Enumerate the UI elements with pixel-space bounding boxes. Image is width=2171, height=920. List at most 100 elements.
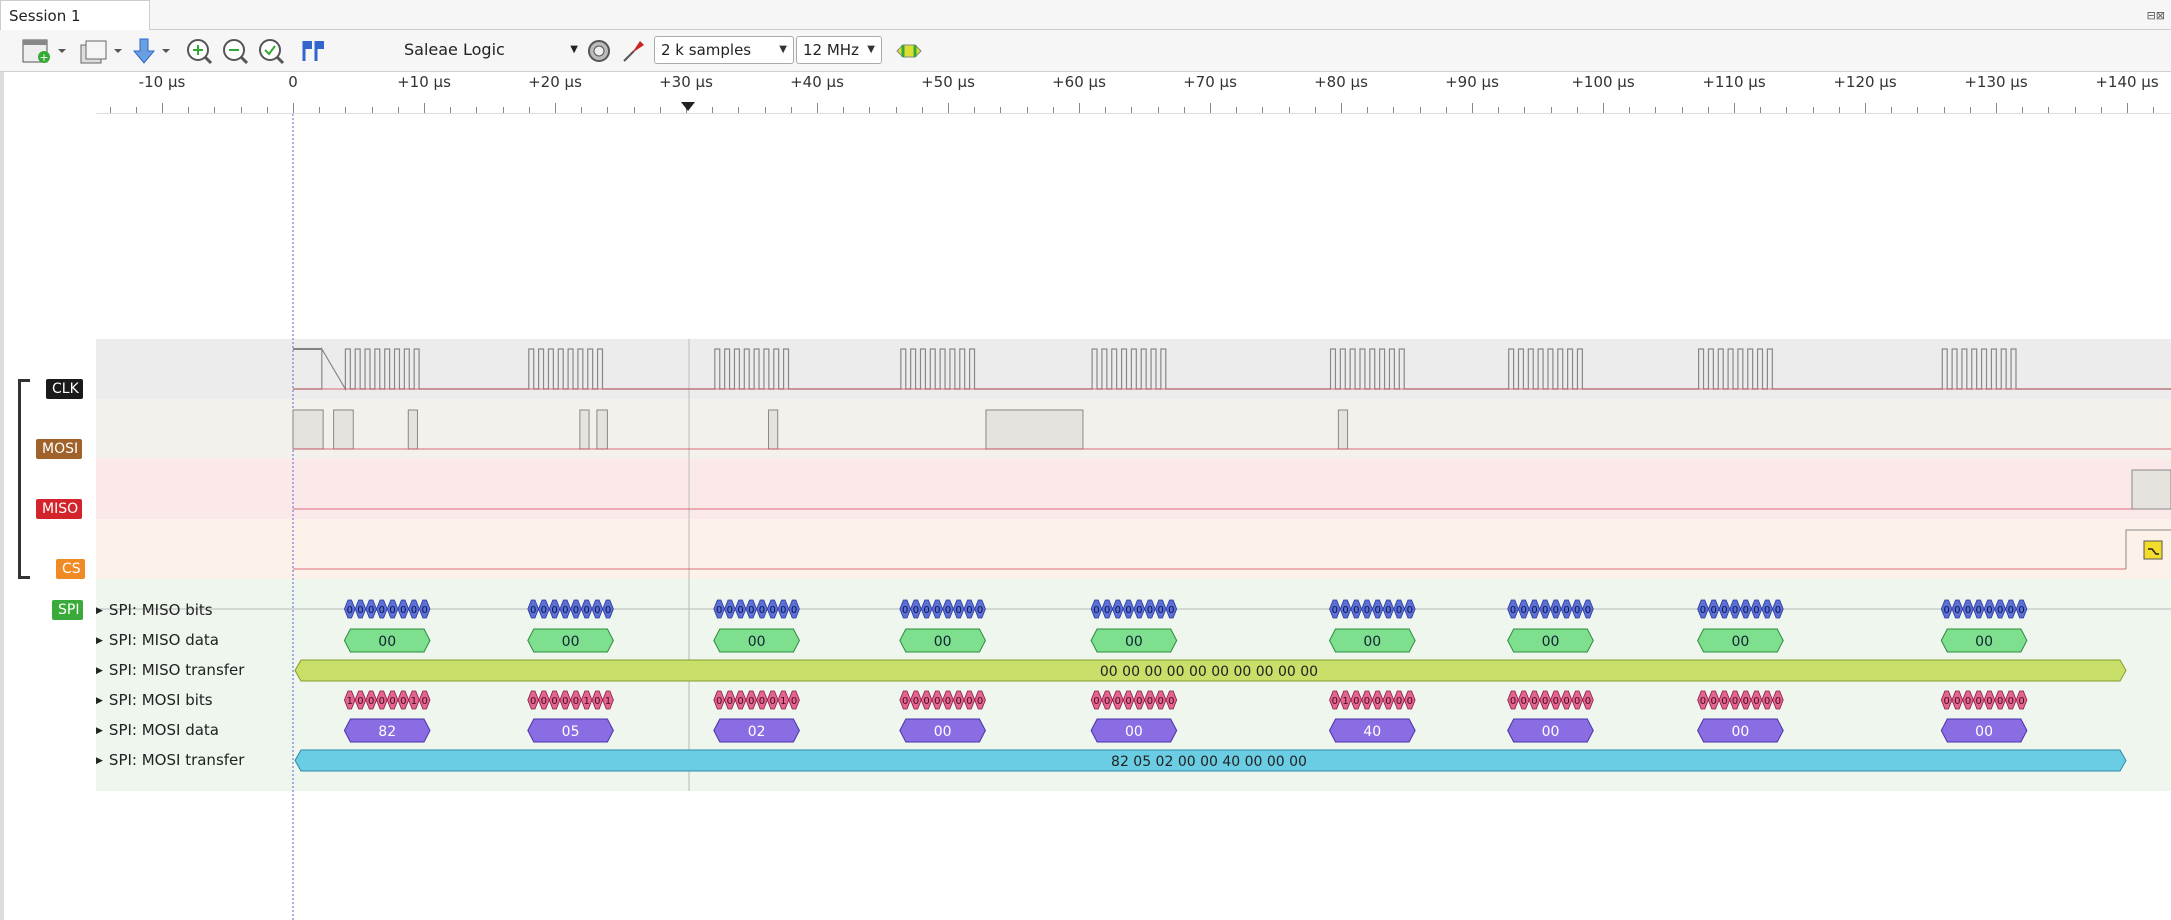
mosi-bit-value: 0 <box>573 696 579 707</box>
row-mosi-data[interactable]: ▶ SPI: MOSI data <box>96 716 219 744</box>
miso-bit-value: 0 <box>1553 605 1559 616</box>
mosi-bit-value: 0 <box>379 696 385 707</box>
miso-bit-value: 0 <box>1407 605 1413 616</box>
miso-bit-value: 0 <box>716 605 722 616</box>
mosi-bit-value: 0 <box>1753 696 1759 707</box>
miso-bit-value: 0 <box>1574 605 1580 616</box>
miso-bit-value: 0 <box>977 605 983 616</box>
mosi-data-value: 00 <box>1542 724 1560 740</box>
channel-tag-clk[interactable]: CLK <box>46 379 93 399</box>
mosi-bit-value: 0 <box>1104 696 1110 707</box>
miso-bit-value: 0 <box>1364 605 1370 616</box>
mosi-bit-value: 0 <box>551 696 557 707</box>
miso-bit-value: 0 <box>1136 605 1142 616</box>
miso-bit-value: 0 <box>1542 605 1548 616</box>
mosi-bit-value: 0 <box>1125 696 1131 707</box>
miso-bit-value: 0 <box>379 605 385 616</box>
miso-bit-value: 0 <box>956 605 962 616</box>
mosi-bit-value: 0 <box>1965 696 1971 707</box>
miso-bit-value: 0 <box>583 605 589 616</box>
expand-triangle-icon[interactable]: ▶ <box>96 726 103 736</box>
expand-triangle-icon[interactable]: ▶ <box>96 636 103 646</box>
mosi-bit-value: 0 <box>902 696 908 707</box>
mosi-data-value: 00 <box>1125 724 1143 740</box>
expand-triangle-icon[interactable]: ▶ <box>96 696 103 706</box>
mosi-bit-value: 0 <box>1093 696 1099 707</box>
miso-bit-value: 0 <box>1743 605 1749 616</box>
analyzer-label-spi: SPI <box>58 602 80 618</box>
mosi-bit-value: 0 <box>1986 696 1992 707</box>
mosi-bit-value: 0 <box>934 696 940 707</box>
mosi-high-pulse <box>985 409 1084 450</box>
miso-bit-value: 0 <box>1157 605 1163 616</box>
miso-bit-value: 0 <box>1753 605 1759 616</box>
mosi-bit-value: 0 <box>562 696 568 707</box>
miso-bit-value: 0 <box>1585 605 1591 616</box>
mosi-bit-value: 0 <box>1721 696 1727 707</box>
row-miso-bits[interactable]: ▶ SPI: MISO bits <box>96 596 213 624</box>
miso-bit-value: 0 <box>1385 605 1391 616</box>
mosi-bit-value: 0 <box>1353 696 1359 707</box>
analyzer-tag-spi[interactable]: SPI <box>52 600 95 620</box>
row-label: SPI: MISO transfer <box>108 661 245 679</box>
mosi-data-value: 00 <box>1975 724 1993 740</box>
mosi-bit-value: 0 <box>945 696 951 707</box>
mosi-bit-value: 0 <box>791 696 797 707</box>
mosi-bit-value: 0 <box>400 696 406 707</box>
mosi-bit-value: 0 <box>2008 696 2014 707</box>
mosi-bit-value: 0 <box>1542 696 1548 707</box>
miso-data-value: 00 <box>934 634 952 650</box>
miso-bit-value: 0 <box>1775 605 1781 616</box>
row-mosi-transfer[interactable]: ▶ SPI: MOSI transfer <box>96 746 244 774</box>
miso-bit-value: 0 <box>551 605 557 616</box>
miso-bit-value: 0 <box>605 605 611 616</box>
miso-bit-value: 0 <box>727 605 733 616</box>
mosi-bit-value: 0 <box>716 696 722 707</box>
row-label: SPI: MOSI transfer <box>108 751 245 769</box>
channel-tag-miso[interactable]: MISO <box>36 499 93 519</box>
miso-bit-value: 0 <box>357 605 363 616</box>
mosi-bit-value: 0 <box>1364 696 1370 707</box>
expand-triangle-icon[interactable]: ▶ <box>96 756 103 766</box>
mosi-high-pulse <box>292 409 324 450</box>
row-mosi-bits[interactable]: ▶ SPI: MOSI bits <box>96 686 213 714</box>
mosi-bit-value: 1 <box>411 696 417 707</box>
mosi-bit-value: 0 <box>1168 696 1174 707</box>
miso-bit-value: 0 <box>1115 605 1121 616</box>
mosi-data-value: 00 <box>1732 724 1750 740</box>
mosi-bit-value: 0 <box>1374 696 1380 707</box>
mosi-bit-value: 0 <box>1385 696 1391 707</box>
mosi-high-pulse <box>579 409 590 450</box>
channel-tag-mosi[interactable]: MOSI <box>36 439 93 459</box>
channel-tag-cs[interactable]: CS <box>56 559 95 579</box>
row-miso-transfer[interactable]: ▶ SPI: MISO transfer <box>96 656 244 684</box>
mosi-data-value: 05 <box>562 724 580 740</box>
row-miso-data[interactable]: ▶ SPI: MISO data <box>96 626 219 654</box>
miso-data-value: 00 <box>748 634 766 650</box>
expand-triangle-icon[interactable]: ▶ <box>96 606 103 616</box>
miso-bit-value: 0 <box>400 605 406 616</box>
mosi-bit-value: 0 <box>1332 696 1338 707</box>
miso-transfer-value: 00 00 00 00 00 00 00 00 00 00 <box>1100 664 1318 680</box>
mosi-bit-value: 0 <box>1775 696 1781 707</box>
row-label: SPI: MOSI data <box>108 721 219 739</box>
miso-bit-value: 0 <box>1732 605 1738 616</box>
miso-data-value: 00 <box>1363 634 1381 650</box>
mosi-bit-value: 0 <box>1700 696 1706 707</box>
mosi-bit-value: 0 <box>389 696 395 707</box>
mosi-bit-value: 0 <box>1396 696 1402 707</box>
miso-bit-value: 0 <box>1521 605 1527 616</box>
miso-bit-value: 0 <box>594 605 600 616</box>
miso-bit-value: 0 <box>748 605 754 616</box>
miso-bit-value: 0 <box>966 605 972 616</box>
miso-bit-value: 0 <box>1104 605 1110 616</box>
mosi-data-value: 02 <box>748 724 766 740</box>
expand-triangle-icon[interactable]: ▶ <box>96 666 103 676</box>
mosi-bit-value: 0 <box>1710 696 1716 707</box>
mosi-data-value: 40 <box>1363 724 1381 740</box>
mosi-bit-value: 0 <box>1764 696 1770 707</box>
mosi-bit-value: 0 <box>759 696 765 707</box>
miso-bit-value: 0 <box>573 605 579 616</box>
miso-bit-value: 0 <box>1954 605 1960 616</box>
mosi-bit-value: 0 <box>1521 696 1527 707</box>
